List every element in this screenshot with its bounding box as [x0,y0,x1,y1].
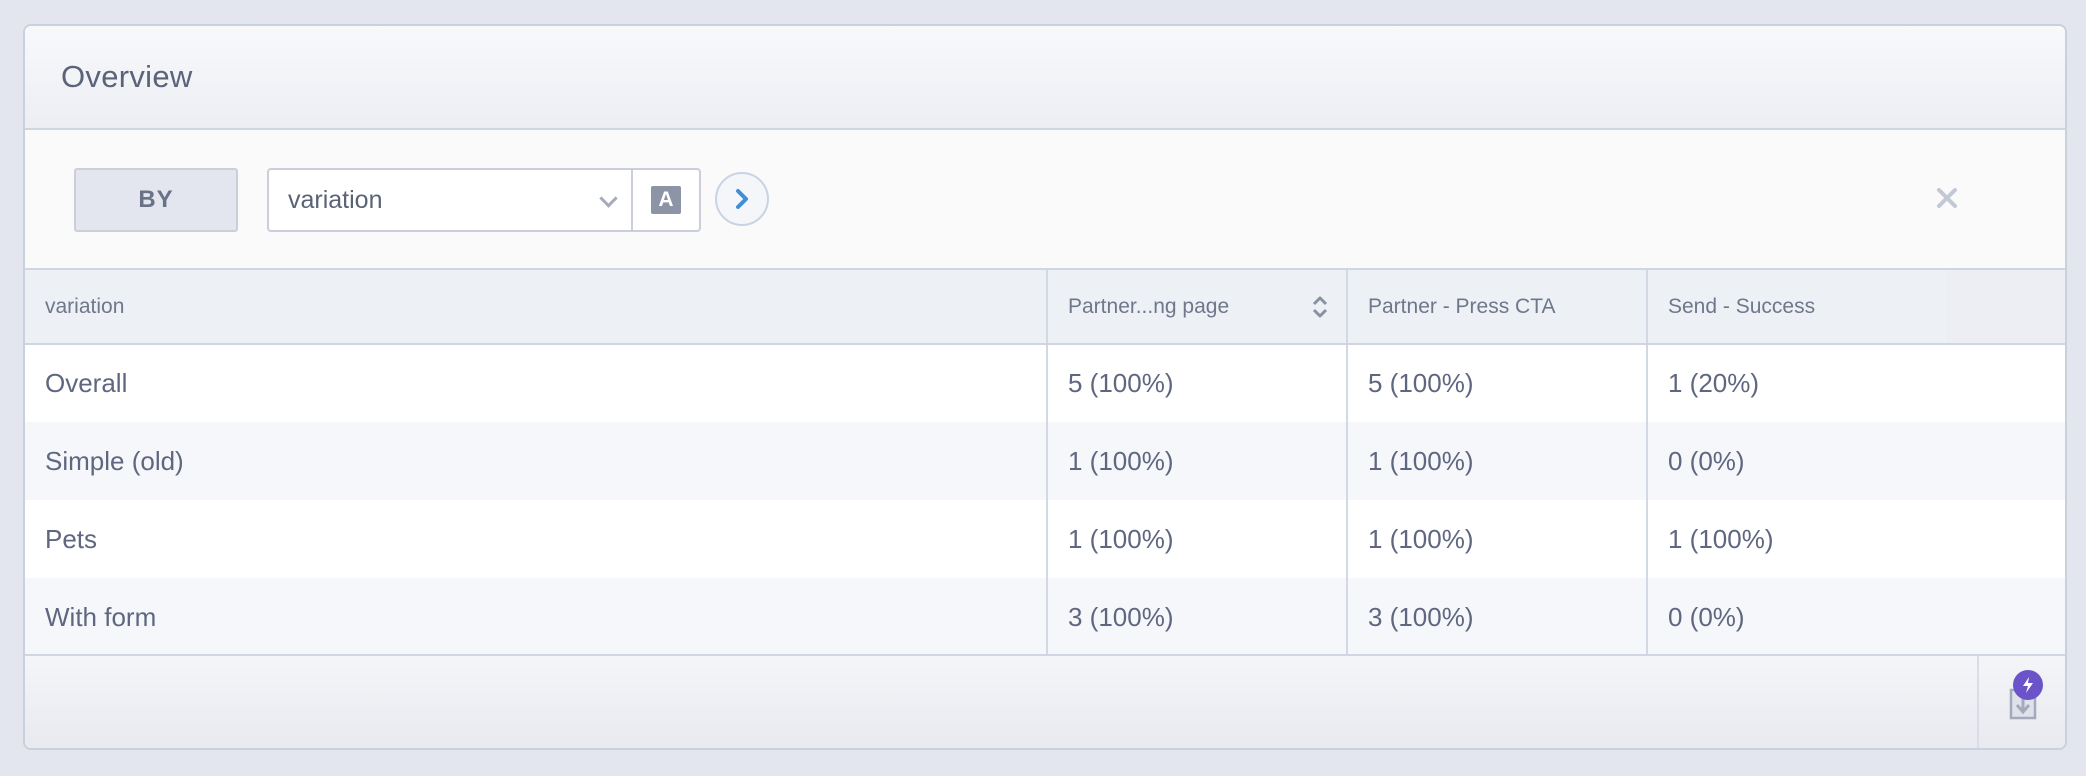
type-toggle-button[interactable]: A [631,170,699,230]
column-header-label: Partner...ng page [1068,294,1230,318]
column-header-partner-press-cta[interactable]: Partner - Press CTA [1346,270,1647,345]
export-button[interactable] [1977,656,2065,748]
column-header-partner-landing-page[interactable]: Partner...ng page [1046,270,1347,345]
table-header-row: variation Partner...ng page Partner - Pr… [25,270,2065,345]
cell-value: 5 (100%) [1046,344,1347,422]
cell-variation: With form [25,578,1047,656]
overview-panel: Overview BY variation A variation Partne… [23,24,2067,750]
cell-value: 1 (20%) [1646,344,1947,422]
badge[interactable] [2013,670,2043,700]
cell-variation: Pets [25,500,1047,578]
table-row: Pets 1 (100%) 1 (100%) 1 (100%) [25,500,2065,578]
cell-value: 0 (0%) [1646,578,1947,656]
results-table: variation Partner...ng page Partner - Pr… [25,270,2065,656]
close-button[interactable] [1929,180,1965,216]
cell-value: 3 (100%) [1346,578,1647,656]
panel-header: Overview [25,26,2065,130]
cell-variation: Simple (old) [25,422,1047,500]
cell-variation: Overall [25,344,1047,422]
chevron-right-icon [736,189,748,209]
table-row: Overall 5 (100%) 5 (100%) 1 (20%) [25,344,2065,422]
table-row: Simple (old) 1 (100%) 1 (100%) 0 (0%) [25,422,2065,500]
cell-filler [1947,500,2065,578]
group-by-toolbar: BY variation A [25,130,2065,270]
column-header-variation[interactable]: variation [25,270,1047,345]
chevron-down-icon[interactable] [599,189,618,208]
panel-title: Overview [61,59,193,94]
column-header-filler [1947,270,2065,345]
column-header-send-success[interactable]: Send - Success [1646,270,1947,345]
apply-button[interactable] [715,172,769,226]
group-by-value: variation [288,185,383,214]
cell-filler [1947,578,2065,656]
cell-value: 1 (100%) [1346,500,1647,578]
cell-value: 1 (100%) [1646,500,1947,578]
table-row: With form 3 (100%) 3 (100%) 0 (0%) [25,578,2065,656]
cell-value: 1 (100%) [1346,422,1647,500]
sort-icon[interactable] [1312,295,1328,319]
panel-footer [25,654,2065,748]
attribute-type-icon: A [651,186,681,214]
cell-value: 0 (0%) [1646,422,1947,500]
group-by-select[interactable]: variation A [267,168,701,232]
close-icon [1937,188,1957,208]
cell-filler [1947,422,2065,500]
cell-value: 3 (100%) [1046,578,1347,656]
cell-filler [1947,344,2065,422]
group-by-field[interactable]: variation [269,170,631,230]
cell-value: 1 (100%) [1046,500,1347,578]
lightning-icon [2023,677,2033,693]
cell-value: 1 (100%) [1046,422,1347,500]
cell-value: 5 (100%) [1346,344,1647,422]
by-button[interactable]: BY [74,168,238,232]
